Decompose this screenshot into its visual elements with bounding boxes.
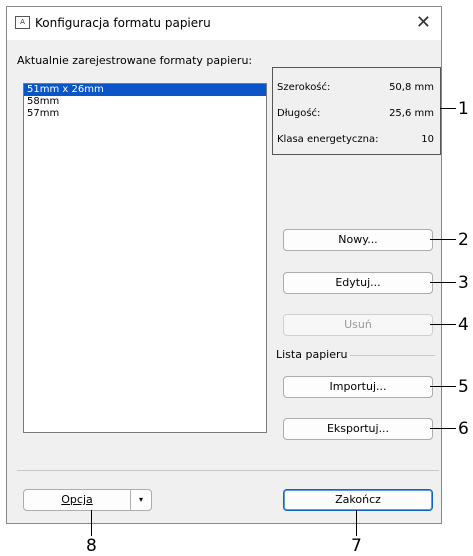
length-row: Długość: 25,6 mm <box>277 108 434 119</box>
list-item[interactable]: 51mm x 26mm <box>24 84 266 96</box>
window-title: Konfiguracja formatu papieru <box>35 16 211 30</box>
option-split-button[interactable]: Opcja ▾ <box>23 489 152 511</box>
length-label: Długość: <box>277 108 321 119</box>
callout-2: 2 <box>458 230 469 250</box>
callout-1: 1 <box>458 99 469 119</box>
delete-button[interactable]: Usuń <box>283 314 433 336</box>
new-button[interactable]: Nowy... <box>283 229 433 251</box>
paper-format-dialog: A Konfiguracja formatu papieru ✕ Aktualn… <box>6 6 442 524</box>
finish-button[interactable]: Zakończ <box>283 489 433 511</box>
footer-separator <box>17 470 439 471</box>
close-icon[interactable]: ✕ <box>416 12 431 33</box>
export-button[interactable]: Eksportuj... <box>283 418 433 440</box>
formats-listbox[interactable]: 51mm x 26mm 58mm 57mm <box>23 83 267 433</box>
callout-line-7 <box>356 510 357 536</box>
title-bar: A Konfiguracja formatu papieru ✕ <box>7 7 441 40</box>
callout-line-5 <box>430 386 456 387</box>
callout-line-2 <box>430 239 456 240</box>
width-label: Szerokość: <box>277 82 331 93</box>
option-button-label: Opcja <box>61 493 93 506</box>
callout-5: 5 <box>458 377 469 397</box>
list-item[interactable]: 57mm <box>24 108 266 120</box>
paper-list-label: Lista papieru <box>276 348 348 361</box>
import-button[interactable]: Importuj... <box>283 376 433 398</box>
callout-6: 6 <box>458 419 469 439</box>
list-item[interactable]: 58mm <box>24 96 266 108</box>
formats-list-label: Aktualnie zarejestrowane formaty papieru… <box>17 54 253 67</box>
width-value: 50,8 mm <box>389 82 434 93</box>
callout-line-8 <box>91 510 92 536</box>
paper-list-divider <box>350 355 435 356</box>
energy-row: Klasa energetyczna: 10 <box>277 134 434 145</box>
width-row: Szerokość: 50,8 mm <box>277 82 434 93</box>
callout-line-4 <box>430 324 456 325</box>
app-icon: A <box>15 16 30 29</box>
length-value: 25,6 mm <box>389 108 434 119</box>
callout-4: 4 <box>458 315 469 335</box>
callout-7: 7 <box>351 536 362 556</box>
callout-line-3 <box>430 282 456 283</box>
dropdown-arrow-icon[interactable]: ▾ <box>130 490 151 510</box>
callout-line-1 <box>440 108 456 109</box>
callout-line-6 <box>430 428 456 429</box>
callout-3: 3 <box>458 273 469 293</box>
energy-value: 10 <box>421 134 434 145</box>
callout-8: 8 <box>86 536 97 556</box>
energy-label: Klasa energetyczna: <box>277 134 379 145</box>
edit-button[interactable]: Edytuj... <box>283 272 433 294</box>
format-info-box: Szerokość: 50,8 mm Długość: 25,6 mm Klas… <box>272 67 441 155</box>
